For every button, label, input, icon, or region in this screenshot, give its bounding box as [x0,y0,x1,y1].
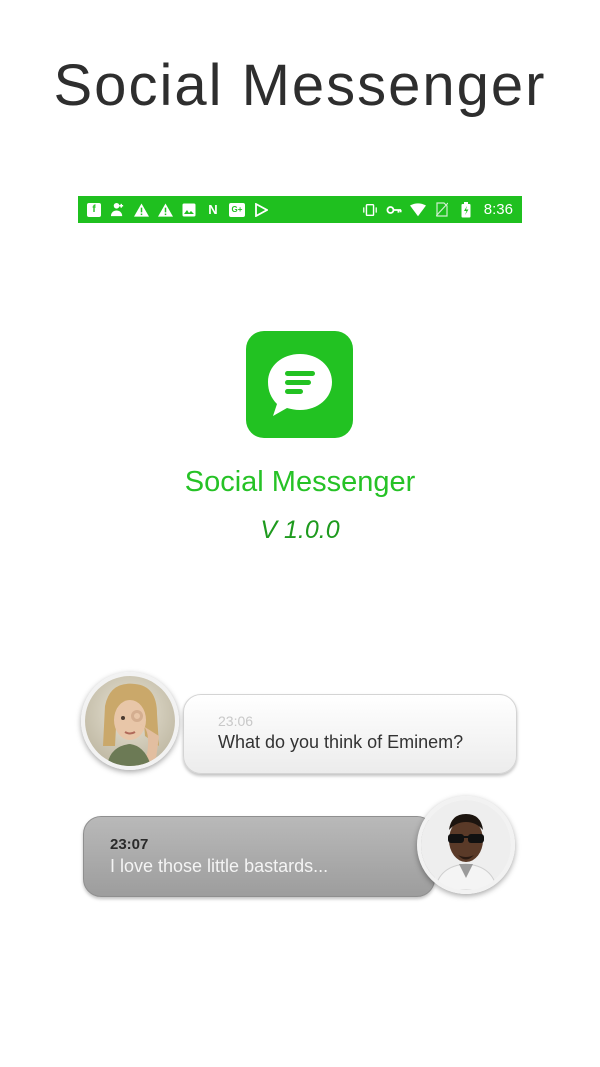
app-logo-icon [246,331,353,438]
wifi-icon [409,202,426,218]
google-plus-icon: G+ [229,202,245,217]
vibrate-icon [362,202,378,218]
chat-bubble-icon [267,353,332,416]
avatar-man [417,796,515,894]
play-store-icon [253,202,269,218]
message-time: 23:07 [110,836,149,853]
warning-icon [133,202,149,218]
vpn-key-icon [386,202,402,218]
n-app-icon: N [208,202,218,217]
outgoing-message-bubble: 23:07 I love those little bastards... [83,816,435,897]
notification-icons: f N G+ [87,202,269,218]
facebook-icon: f [87,202,101,217]
status-time: 8:36 [483,201,513,218]
message-text: What do you think of Eminem? [218,732,464,752]
system-icons: 8:36 [362,201,513,218]
warning-icon [157,202,173,218]
message-time: 23:06 [218,713,254,729]
message-text: I love those little bastards... [110,856,329,876]
status-bar: f N G+ 8:36 [78,196,522,223]
promo-headline: Social Messenger [53,53,547,118]
app-version: V 1.0.0 [260,516,340,544]
person-add-icon [109,202,125,218]
image-icon [181,202,197,218]
avatar-woman [81,672,179,770]
incoming-message-bubble: 23:06 What do you think of Eminem? [183,694,517,774]
battery-charging-icon [458,201,474,218]
no-sim-icon [434,202,450,218]
app-name: Social Messenger [184,466,416,498]
